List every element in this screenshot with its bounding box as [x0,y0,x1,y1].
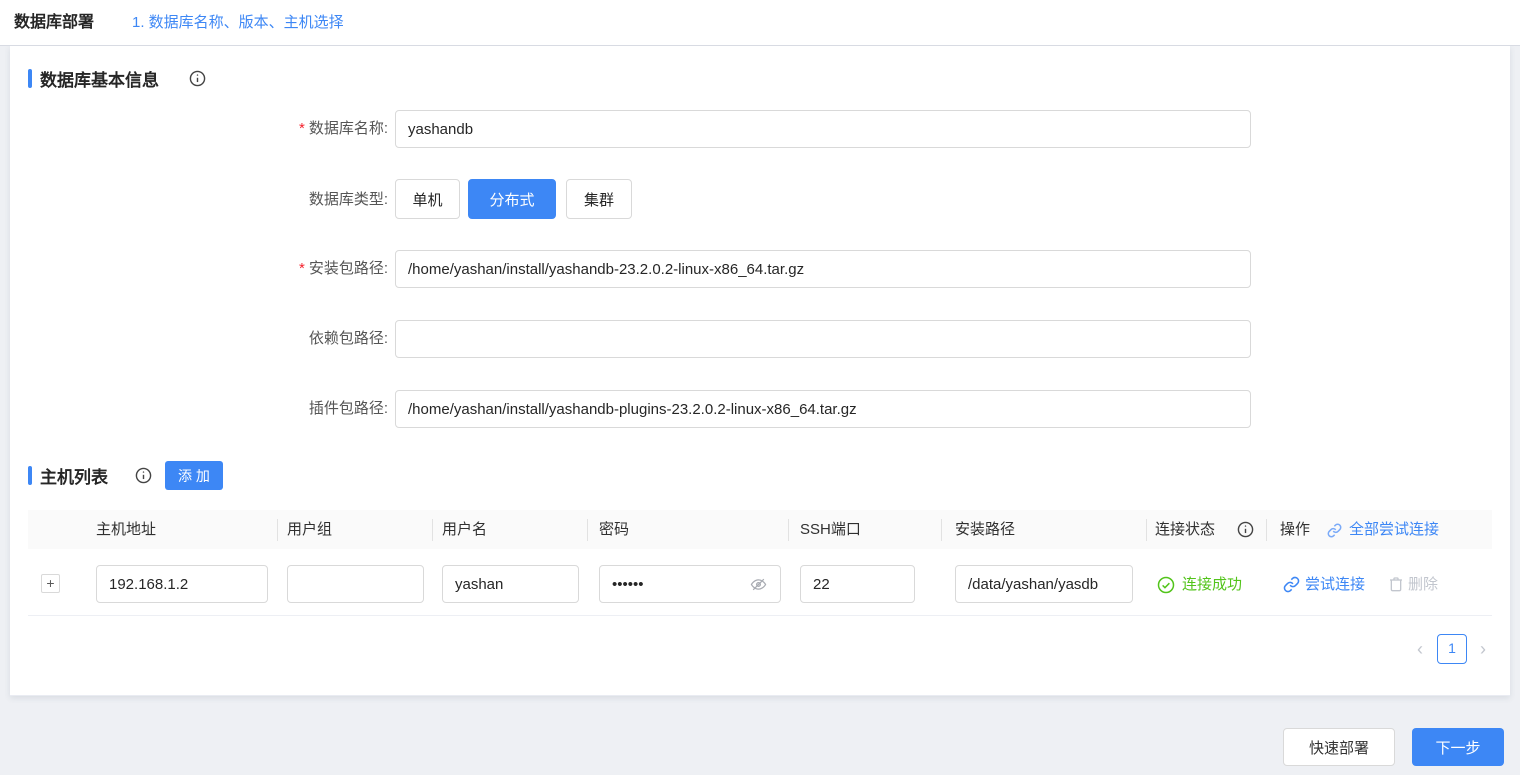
column-divider [432,519,433,541]
db-name-input[interactable] [395,110,1251,148]
required-mark: * [298,260,305,277]
try-all-connections-link[interactable]: 全部尝试连接 [1349,510,1439,549]
host-address-input[interactable] [96,565,268,603]
col-header-path: 安装路径 [955,521,1016,538]
delete-row-link[interactable]: 删除 [1408,576,1438,594]
eye-invisible-icon[interactable] [750,576,767,598]
col-header-group: 用户组 [287,521,333,538]
col-header-user: 用户名 [442,521,488,538]
plugin-pkg-input[interactable] [395,390,1251,428]
col-header-status: 连接状态 [1155,521,1216,538]
column-divider [277,519,278,541]
col-header-ssh: SSH端口 [800,521,861,538]
quick-deploy-button[interactable]: 快速部署 [1283,728,1395,766]
trash-icon [1388,576,1404,597]
pagination-page-1[interactable]: 1 [1437,634,1467,664]
install-pkg-input[interactable] [395,250,1251,288]
pagination-prev-icon[interactable]: ‹ [1410,634,1430,664]
link-icon [1327,523,1342,543]
add-host-button[interactable]: 添 加 [165,461,223,490]
db-type-label: 数据库类型: [308,191,388,208]
db-type-option-distributed[interactable]: 分布式 [468,179,556,219]
dependency-pkg-input[interactable] [395,320,1251,358]
column-divider [587,519,588,541]
column-divider [1146,519,1147,541]
try-connection-link[interactable]: 尝试连接 [1305,576,1365,594]
table-header [28,510,1492,549]
wizard-step-link[interactable]: 1. 数据库名称、版本、主机选择 [132,0,344,46]
row-expand-button[interactable]: + [41,574,60,593]
column-divider [1266,519,1267,541]
ssh-port-input[interactable] [800,565,915,603]
db-name-label: * 数据库名称: [298,120,388,137]
required-mark: * [298,120,305,137]
install-path-input[interactable] [955,565,1133,603]
username-input[interactable] [442,565,579,603]
section-title-host-list: 主机列表 [40,468,108,487]
info-icon[interactable] [135,467,152,484]
col-header-password: 密码 [599,521,630,538]
install-pkg-label: * 安装包路径: [298,260,388,277]
page-title: 数据库部署 [14,14,95,31]
link-icon [1283,576,1300,598]
connection-status-text: 连接成功 [1182,576,1243,593]
section-accent-bar [28,69,32,88]
db-type-option-cluster[interactable]: 集群 [566,179,632,219]
column-divider [941,519,942,541]
dependency-pkg-label: 依赖包路径: [308,330,388,347]
column-divider [788,519,789,541]
pagination-next-icon[interactable]: › [1473,634,1493,664]
info-icon[interactable] [189,70,206,87]
check-circle-icon [1157,576,1175,599]
col-header-host: 主机地址 [96,521,157,538]
col-header-action: 操作 [1280,521,1311,538]
db-type-option-standalone[interactable]: 单机 [395,179,460,219]
user-group-input[interactable] [287,565,424,603]
section-title-basic-info: 数据库基本信息 [40,71,159,90]
plugin-pkg-label: 插件包路径: [308,400,388,417]
next-step-button[interactable]: 下一步 [1412,728,1504,766]
section-accent-bar [28,466,32,485]
status-info-icon[interactable] [1237,521,1254,538]
